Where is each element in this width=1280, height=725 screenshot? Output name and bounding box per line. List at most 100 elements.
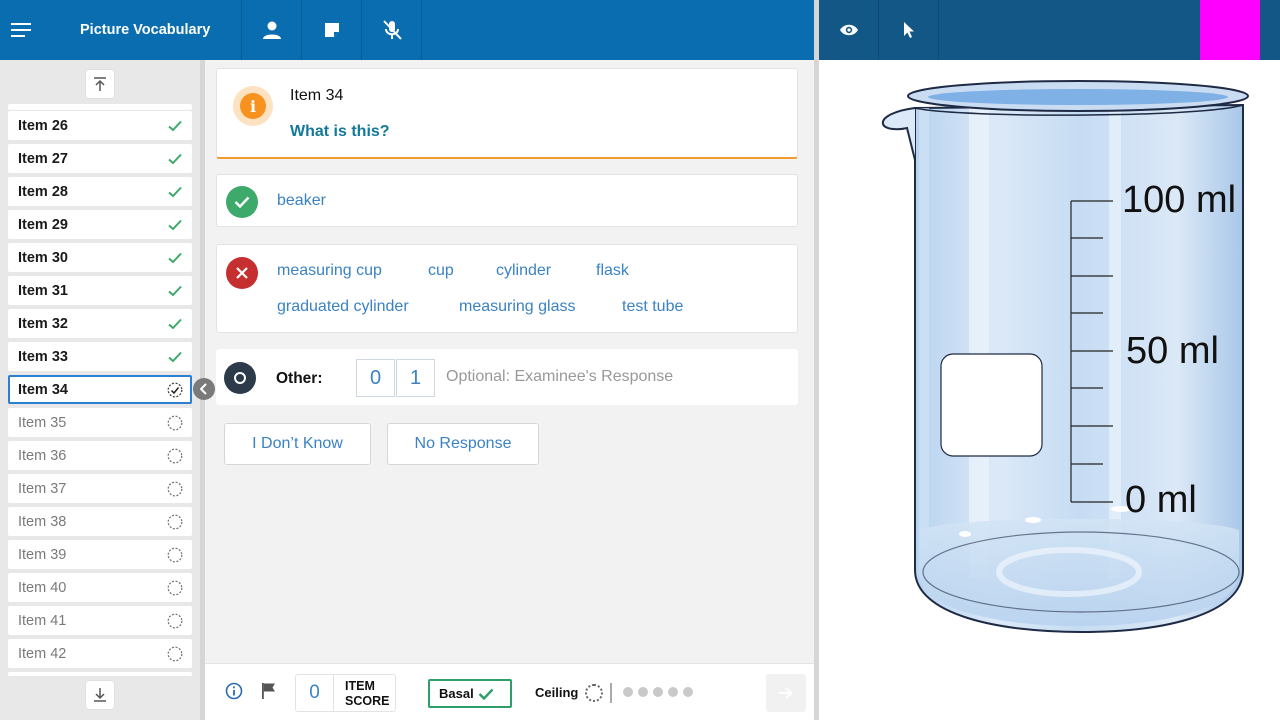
arrow-up-to-top-icon (94, 77, 106, 91)
flag-button[interactable] (261, 682, 277, 705)
basal-label: Basal (439, 686, 474, 701)
incorrect-response[interactable]: test tube (622, 298, 683, 316)
notes-button[interactable] (302, 0, 362, 60)
menu-icon (11, 23, 31, 37)
sidebar-item-label: Item 30 (18, 249, 68, 266)
check-icon (168, 285, 182, 296)
sidebar-item-label: Item 38 (18, 513, 67, 530)
sidebar-item-label: Item 31 (18, 282, 68, 299)
sidebar-item-label: Item 33 (18, 348, 68, 365)
check-icon (168, 219, 182, 230)
other-score-1-button[interactable]: 1 (396, 359, 435, 397)
sidebar-item-item-32[interactable]: Item 32 (8, 309, 192, 338)
sidebar-item-item-36[interactable]: Item 36 (8, 441, 192, 470)
sidebar-item-label: Item 26 (18, 117, 68, 134)
ceiling-dot (653, 687, 663, 697)
check-icon (168, 186, 182, 197)
pointer-icon (903, 22, 914, 38)
sidebar-item-item-38[interactable]: Item 38 (8, 507, 192, 536)
menu-button[interactable] (0, 0, 44, 60)
flag-icon (262, 683, 275, 699)
item-score-value: 0 (296, 675, 334, 711)
sidebar-item-item-29[interactable]: Item 29 (8, 210, 192, 239)
item-score: 0 ITEM SCORE (295, 674, 396, 712)
incorrect-response[interactable]: flask (596, 262, 629, 280)
pending-icon (167, 646, 183, 661)
sidebar-item-item-33[interactable]: Item 33 (8, 342, 192, 371)
pending-icon (167, 613, 183, 628)
incorrect-response[interactable]: cup (428, 262, 454, 280)
pending-icon (167, 580, 183, 595)
view-button[interactable] (819, 0, 879, 60)
sidebar-item-item-26[interactable]: Item 26 (8, 111, 192, 140)
other-radio-icon[interactable] (224, 362, 256, 394)
item-score-label-line2: SCORE (345, 694, 390, 708)
check-icon (168, 120, 182, 131)
ceiling-dot (623, 687, 633, 697)
incorrect-response[interactable]: measuring glass (459, 298, 576, 316)
sidebar-item-item-28[interactable]: Item 28 (8, 177, 192, 206)
info-button[interactable] (225, 682, 243, 705)
examinee-response-input[interactable] (446, 359, 786, 395)
color-marker (1200, 0, 1260, 60)
basal-check-icon (478, 688, 494, 700)
arrow-down-to-bottom-icon (94, 688, 106, 702)
arrow-right-icon (779, 687, 793, 699)
ceiling-dot (683, 687, 693, 697)
pending-icon (167, 448, 183, 463)
ceiling-dot (668, 687, 678, 697)
list-item-partial (8, 104, 192, 110)
ceiling-dot (638, 687, 648, 697)
scroll-to-top-button[interactable] (86, 70, 114, 98)
scroll-to-bottom-button[interactable] (86, 681, 114, 709)
sidebar-item-label: Item 42 (18, 645, 67, 662)
incorrect-response[interactable]: cylinder (496, 262, 551, 280)
check-icon (168, 318, 182, 329)
dont-know-button[interactable]: I Don’t Know (224, 423, 371, 465)
beaker-picture: 100 ml 50 ml 0 ml (881, 80, 1249, 634)
ceiling-progress-dots (623, 687, 693, 697)
info-icon: i (240, 93, 266, 119)
other-score-0-button[interactable]: 0 (356, 359, 395, 397)
item-list: Item 26 Item 27 Item 28 Item 29 Item 30 Item … (8, 104, 192, 676)
app-title: Picture Vocabulary (44, 0, 242, 60)
mic-off-button[interactable] (362, 0, 422, 60)
examinee-button[interactable] (242, 0, 302, 60)
ceiling-separator (610, 683, 612, 703)
beaker-label-0: 0 ml (1125, 479, 1197, 521)
incorrect-response[interactable]: measuring cup (277, 262, 382, 280)
sidebar-item-label: Item 35 (18, 414, 67, 431)
incorrect-response[interactable]: graduated cylinder (277, 298, 409, 316)
sidebar-item-item-40[interactable]: Item 40 (8, 573, 192, 602)
sidebar-item-label: Item 41 (18, 612, 67, 629)
beaker-label-50: 50 ml (1126, 330, 1219, 372)
in-progress-check-icon (167, 382, 183, 397)
sidebar-item-item-31[interactable]: Item 31 (8, 276, 192, 305)
pointer-button[interactable] (879, 0, 939, 60)
sidebar-item-item-27[interactable]: Item 27 (8, 144, 192, 173)
next-item-button[interactable] (766, 674, 806, 712)
basal-status: Basal (428, 679, 512, 708)
item-score-label-line1: ITEM (345, 679, 375, 693)
item-number: Item 34 (290, 87, 344, 104)
pending-icon (167, 415, 183, 430)
note-icon (324, 23, 339, 37)
sidebar-item-item-37[interactable]: Item 37 (8, 474, 192, 503)
sidebar-item-item-41[interactable]: Item 41 (8, 606, 192, 635)
sidebar-item-item-35[interactable]: Item 35 (8, 408, 192, 437)
sidebar-item-item-42[interactable]: Item 42 (8, 639, 192, 668)
correct-response-beaker[interactable]: beaker (277, 192, 326, 210)
sidebar-item-item-30[interactable]: Item 30 (8, 243, 192, 272)
item-prompt: What is this? (290, 123, 390, 140)
info-badge: i (233, 86, 273, 126)
incorrect-x-icon (226, 257, 258, 289)
other-label: Other: (276, 370, 323, 387)
check-icon (168, 252, 182, 263)
sidebar-item-item-39[interactable]: Item 39 (8, 540, 192, 569)
sidebar-item-item-34[interactable]: Item 34 (8, 375, 192, 404)
eye-icon (839, 24, 858, 36)
person-icon (262, 21, 281, 39)
collapse-sidebar-button[interactable] (193, 378, 215, 400)
no-response-button[interactable]: No Response (387, 423, 539, 465)
incorrect-responses-card: measuring cup cup cylinder flask graduat… (216, 244, 798, 333)
